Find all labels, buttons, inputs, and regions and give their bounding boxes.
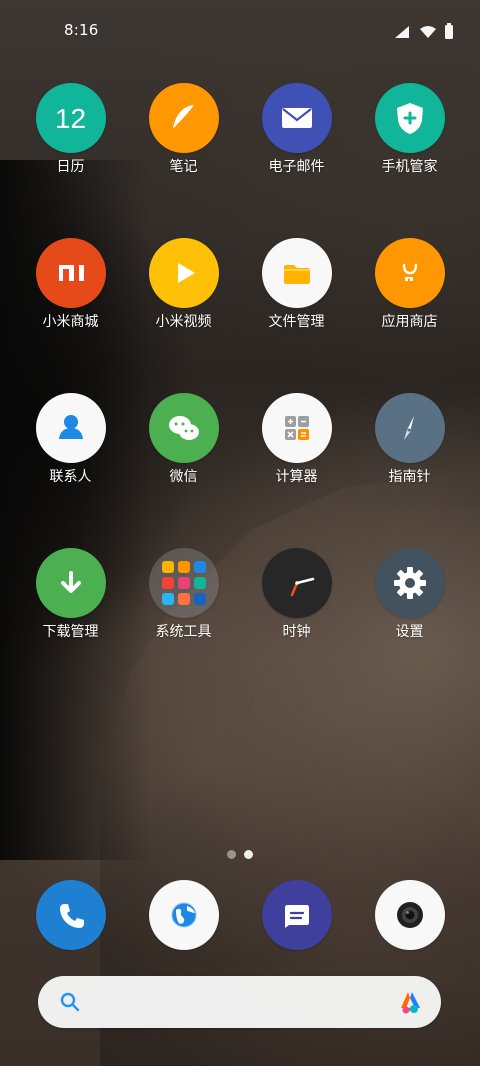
search-icon [59,991,81,1017]
app-contacts[interactable]: 联系人 [14,393,127,489]
app-security[interactable]: 手机管家 [353,83,466,179]
page-dot-active[interactable] [244,850,253,859]
folder-preview-grid [161,561,206,605]
app-mi-video[interactable]: 小米视频 [127,238,240,334]
settings-gear-icon [374,548,445,618]
dock-browser[interactable] [127,880,240,950]
mini-transfer-icon [161,593,174,605]
security-shield-icon [374,83,445,153]
dock-phone[interactable] [14,880,127,950]
app-compass[interactable]: 指南针 [353,393,466,489]
search-bar[interactable] [38,976,441,1028]
app-label-file-manager: 文件管理 [268,314,325,330]
app-label-app-store: 应用商店 [381,314,438,330]
app-mail[interactable]: 电子邮件 [240,83,353,179]
calendar-day-number: 12 [54,103,87,134]
wifi-icon [419,24,437,43]
app-label-calculator: 计算器 [275,469,318,485]
app-store-bag-icon [374,238,445,308]
mail-icon [261,83,332,153]
mini-camera-icon [177,561,190,573]
app-label-downloads: 下载管理 [42,624,99,640]
app-label-notes: 笔记 [169,159,198,175]
assistant-logo-icon[interactable] [396,990,422,1018]
battery-icon [445,23,453,43]
mini-shield-icon [193,593,206,605]
home-icon-grid: 12 日历 笔记 电子邮件 手机管家 小米商城 小米视频 文件管理 应用商店 联… [0,83,480,644]
dock-messages[interactable] [240,880,353,950]
mini-tool-icon [193,561,206,573]
dock [0,880,480,950]
page-indicator [227,850,253,859]
app-notes[interactable]: 笔记 [127,83,240,179]
page-dot[interactable] [227,850,236,859]
messages-icon [261,880,332,950]
app-app-store[interactable]: 应用商店 [353,238,466,334]
app-label-mail: 电子邮件 [268,159,325,175]
play-icon [148,238,219,308]
status-bar: 8:16 [0,0,480,62]
app-wechat[interactable]: 微信 [127,393,240,489]
mi-store-icon [35,238,106,308]
browser-globe-icon [148,880,219,950]
folder-system-tools-icon [148,548,219,618]
mini-folder-icon [161,561,174,573]
app-label-security: 手机管家 [381,159,438,175]
app-label-settings: 设置 [395,624,424,640]
app-clock[interactable]: 时钟 [240,548,353,644]
app-label-clock: 时钟 [282,624,311,640]
mini-clean-icon [193,577,206,589]
app-label-mi-video: 小米视频 [155,314,212,330]
app-calendar[interactable]: 12 日历 [14,83,127,179]
app-label-compass: 指南针 [388,469,431,485]
mini-record-icon [177,593,190,605]
phone-icon [35,880,106,950]
app-mi-store[interactable]: 小米商城 [14,238,127,334]
app-label-contacts: 联系人 [49,469,92,485]
clock-icon [261,548,332,618]
calculator-icon [261,393,332,463]
dock-camera[interactable] [353,880,466,950]
mini-gift-icon [161,577,174,589]
contacts-person-icon [35,393,106,463]
status-time: 8:16 [64,21,99,39]
camera-icon [374,880,445,950]
app-settings[interactable]: 设置 [353,548,466,644]
folder-icon [261,238,332,308]
compass-icon [374,393,445,463]
app-file-manager[interactable]: 文件管理 [240,238,353,334]
mini-star-icon [177,577,190,589]
wechat-icon [148,393,219,463]
signal-icon [393,24,411,43]
app-calculator[interactable]: 计算器 [240,393,353,489]
notes-feather-icon [148,83,219,153]
app-label-system-tools: 系统工具 [155,624,212,640]
app-label-wechat: 微信 [169,469,198,485]
download-icon [35,548,106,618]
app-downloads[interactable]: 下载管理 [14,548,127,644]
status-icons [393,23,453,43]
app-label-mi-store: 小米商城 [42,314,99,330]
calendar-icon: 12 [35,83,106,153]
app-system-tools-folder[interactable]: 系统工具 [127,548,240,644]
app-label-calendar: 日历 [56,159,85,175]
